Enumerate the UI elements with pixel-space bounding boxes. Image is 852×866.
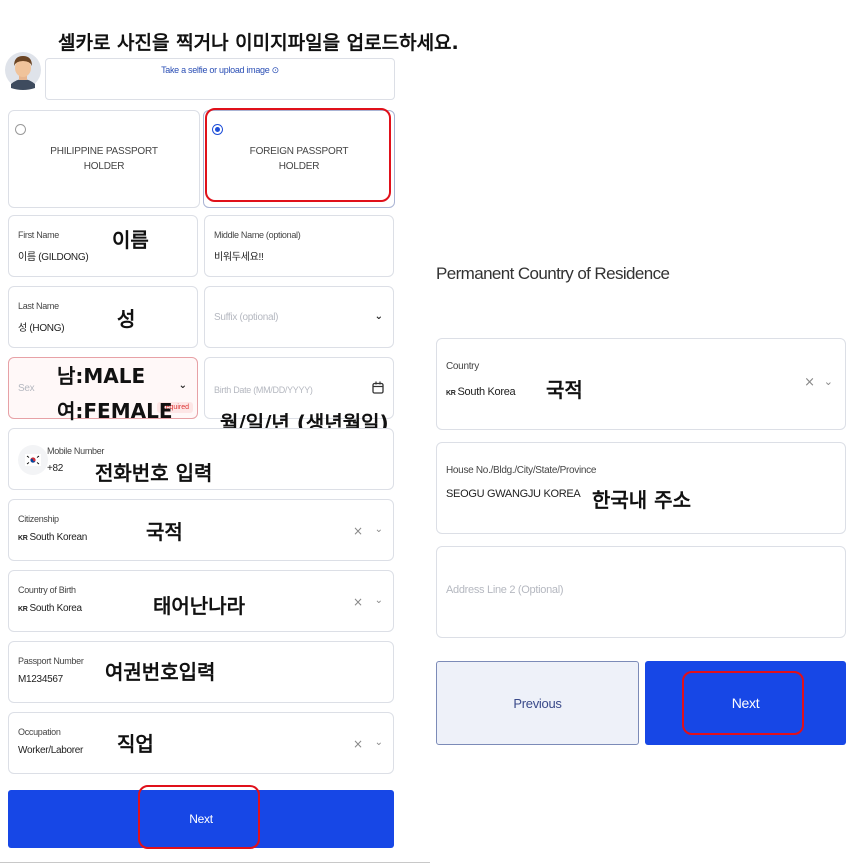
citizenship-select[interactable]: Citizenship KR South Korean × ⌄ bbox=[8, 499, 394, 561]
citizenship-label: Citizenship bbox=[18, 514, 59, 524]
divider bbox=[0, 862, 430, 863]
mobile-number-value[interactable]: +82 bbox=[47, 463, 63, 474]
radio-philippine-passport[interactable]: PHILIPPINE PASSPORT HOLDER bbox=[8, 110, 200, 208]
residence-title: Permanent Country of Residence bbox=[436, 264, 670, 283]
chevron-down-icon[interactable]: ⌄ bbox=[375, 524, 383, 535]
annotation-sex-female: 여:FEMALE bbox=[57, 399, 173, 423]
chevron-down-icon[interactable]: ⌄ bbox=[375, 311, 383, 322]
first-name-label: First Name bbox=[18, 230, 60, 240]
country-of-birth-value[interactable]: South Korea bbox=[30, 603, 83, 614]
residence-country-value[interactable]: South Korea bbox=[458, 386, 516, 398]
chevron-down-icon[interactable]: ⌄ bbox=[375, 737, 383, 748]
instruction-title: 셀카로 사진을 찍거나 이미지파일을 업로드하세요. bbox=[58, 32, 459, 54]
photo-upload-text[interactable]: Take a selfie or upload image bbox=[161, 65, 270, 75]
suffix-placeholder: Suffix (optional) bbox=[214, 312, 279, 323]
annotation-citizenship: 국적 bbox=[146, 520, 183, 544]
occupation-value[interactable]: Worker/Laborer bbox=[18, 745, 83, 756]
clear-icon[interactable]: × bbox=[353, 524, 363, 538]
mobile-number-label: Mobile Number bbox=[47, 446, 105, 456]
philippine-passport-label-line2: HOLDER bbox=[83, 161, 125, 172]
philippine-passport-label: PHILIPPINE PASSPORT bbox=[50, 146, 158, 157]
country-of-birth-code: KR bbox=[18, 606, 28, 613]
avatar bbox=[4, 40, 42, 100]
birth-date-placeholder: Birth Date (MM/DD/YYYY) bbox=[214, 385, 313, 395]
passport-number-value[interactable]: M1234567 bbox=[18, 674, 63, 685]
last-name-label: Last Name bbox=[18, 301, 59, 311]
annotation-occupation: 직업 bbox=[117, 732, 154, 756]
annotation-passport: 여권번호입력 bbox=[105, 660, 216, 684]
annotation-country-of-birth: 태어난나라 bbox=[153, 594, 245, 618]
sex-placeholder: Sex bbox=[18, 383, 35, 394]
annotation-last-name: 성 bbox=[117, 307, 136, 331]
clear-icon[interactable]: × bbox=[353, 595, 363, 609]
middle-name-field[interactable]: Middle Name (optional) 비워두세요!! bbox=[204, 215, 394, 277]
last-name-value[interactable]: 성 (HONG) bbox=[18, 319, 65, 334]
address-line1-value[interactable]: SEOGU GWANGJU KOREA bbox=[446, 488, 581, 500]
camera-icon[interactable]: ⊙ bbox=[272, 66, 280, 76]
calendar-icon[interactable] bbox=[372, 381, 384, 399]
residence-country-code: KR bbox=[446, 390, 456, 397]
chevron-down-icon[interactable]: ⌄ bbox=[179, 380, 187, 391]
residence-country-select[interactable]: Country KR South Korea × ⌄ bbox=[436, 338, 846, 430]
citizenship-country-code: KR bbox=[18, 535, 28, 542]
clear-icon[interactable]: × bbox=[804, 375, 815, 390]
chevron-down-icon[interactable]: ⌄ bbox=[824, 375, 833, 388]
first-name-value[interactable]: 이름 (GILDONG) bbox=[18, 248, 89, 263]
address-line2-field[interactable]: Address Line 2 (Optional) bbox=[436, 546, 846, 638]
middle-name-label: Middle Name (optional) bbox=[214, 230, 301, 240]
last-name-field[interactable]: Last Name 성 (HONG) bbox=[8, 286, 198, 348]
passport-number-label: Passport Number bbox=[18, 656, 84, 666]
occupation-select[interactable]: Occupation Worker/Laborer × ⌄ bbox=[8, 712, 394, 774]
annotation-sex-male: 남:MALE bbox=[57, 364, 146, 388]
first-name-field[interactable]: First Name 이름 (GILDONG) bbox=[8, 215, 198, 277]
radio-button-philippine[interactable] bbox=[15, 124, 26, 135]
occupation-label: Occupation bbox=[18, 727, 61, 737]
korea-flag-icon[interactable] bbox=[18, 445, 48, 475]
address-line2-placeholder: Address Line 2 (Optional) bbox=[446, 584, 564, 596]
chevron-down-icon[interactable]: ⌄ bbox=[375, 595, 383, 606]
citizenship-value[interactable]: South Korean bbox=[30, 532, 88, 543]
previous-button[interactable]: Previous bbox=[436, 661, 639, 745]
photo-upload-area[interactable]: Take a selfie or upload image ⊙ bbox=[45, 58, 395, 100]
suffix-select[interactable]: Suffix (optional) ⌄ bbox=[204, 286, 394, 348]
annotation-first-name: 이름 bbox=[112, 228, 149, 252]
address-line1-label: House No./Bldg./City/State/Province bbox=[446, 465, 597, 476]
residence-country-label: Country bbox=[446, 361, 479, 372]
annotation-mobile: 전화번호 입력 bbox=[95, 461, 213, 485]
clear-icon[interactable]: × bbox=[353, 737, 363, 751]
annotation-residence-country: 국적 bbox=[546, 378, 583, 402]
highlight-residence-next bbox=[682, 671, 804, 735]
highlight-foreign-passport bbox=[205, 108, 391, 202]
annotation-residence-address: 한국내 주소 bbox=[592, 488, 691, 512]
highlight-next-button bbox=[138, 785, 260, 849]
middle-name-value[interactable]: 비워두세요!! bbox=[214, 248, 264, 263]
country-of-birth-label: Country of Birth bbox=[18, 585, 76, 595]
